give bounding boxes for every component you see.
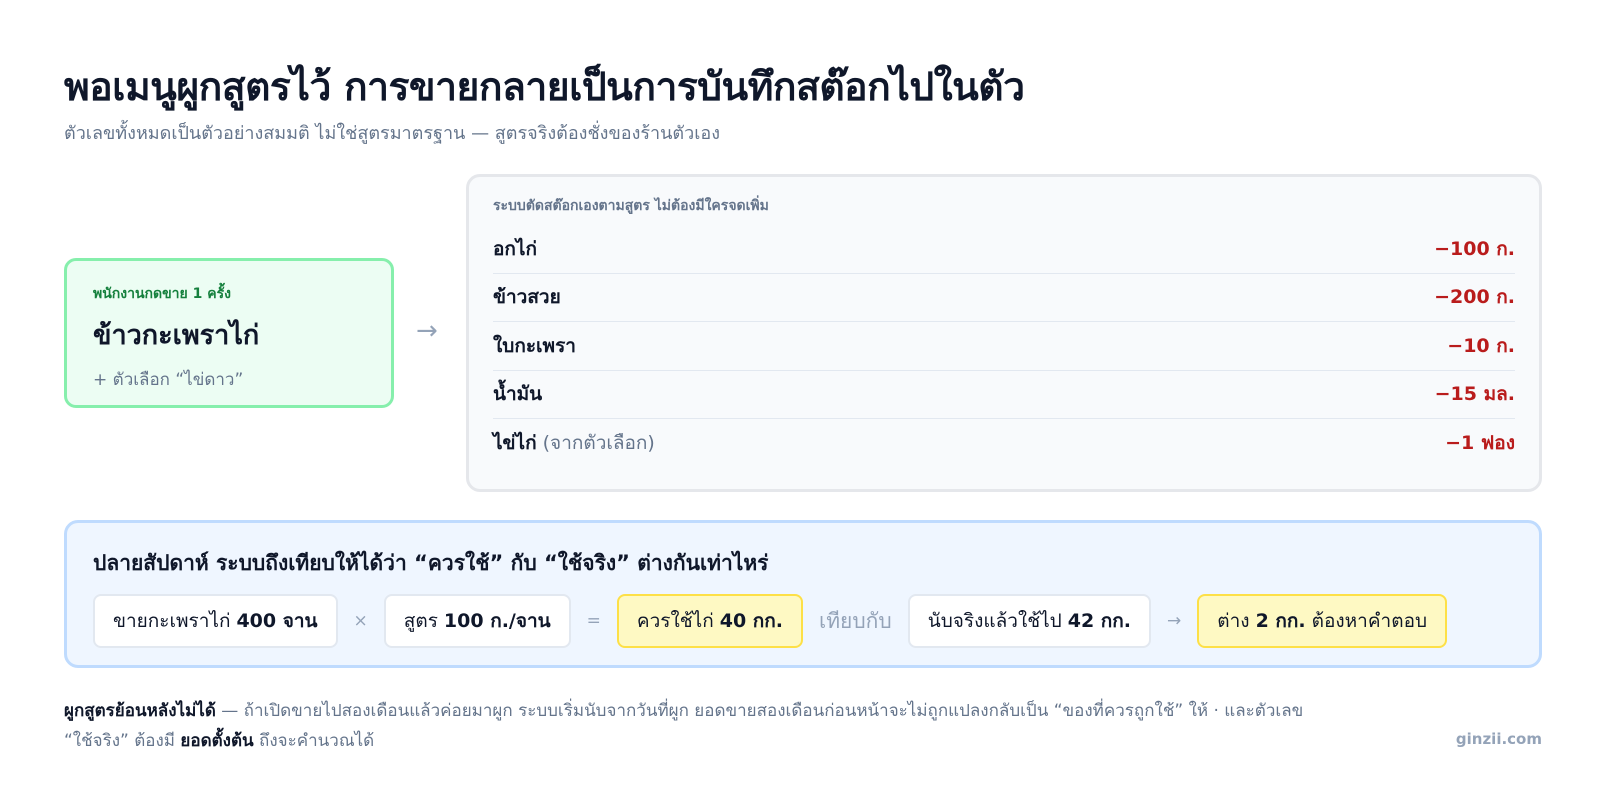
- deduction-row: ข้าวสวย −200 ก.: [493, 274, 1515, 322]
- arrow-right-icon: →: [1167, 611, 1182, 631]
- ingredient-qty: −10 ก.: [1447, 334, 1515, 357]
- deduction-title: ระบบตัดสต๊อกเองตามสูตร ไม่ต้องมีใครจดเพิ…: [493, 198, 769, 214]
- ingredient-name: น้ำมัน: [493, 383, 543, 406]
- stock-deduction-panel: ระบบตัดสต๊อกเองตามสูตร ไม่ต้องมีใครจดเพิ…: [466, 174, 1542, 492]
- expected-usage-chip: ควรใช้ไก่ 40 กก.: [616, 594, 804, 648]
- ingredient-name: อกไก่: [493, 237, 537, 260]
- sale-option: + ตัวเลือก “ไข่ดาว”: [93, 370, 244, 390]
- multiply-icon: ×: [353, 611, 368, 631]
- ingredient-qty: −15 มล.: [1434, 383, 1515, 406]
- actual-usage-chip: นับจริงแล้วใช้ไป 42 กก.: [907, 594, 1152, 648]
- ingredient-note: (จากตัวเลือก): [536, 432, 655, 455]
- footnote: ผูกสูตรย้อนหลังไม่ได้ — ถ้าเปิดขายไปสองเ…: [64, 701, 1304, 751]
- ingredient-qty: −100 ก.: [1434, 237, 1515, 260]
- versus-label: เทียบกับ: [819, 608, 892, 633]
- ingredient-qty: −200 ก.: [1434, 286, 1515, 309]
- equals-icon: =: [586, 611, 601, 631]
- comparison-formula: ขายกะเพราไก่ 400 จาน × สูตร 100 ก./จาน = ค…: [93, 594, 1513, 648]
- sale-dish-name: ข้าวกะเพราไก่: [93, 320, 260, 351]
- arrow-right-icon: →: [416, 316, 438, 346]
- deduction-row: ใบกะเพรา −10 ก.: [493, 322, 1515, 371]
- sale-card: พนักงานกดขาย 1 ครั้ง ข้าวกะเพราไก่ + ตัว…: [64, 258, 394, 408]
- ingredient-qty: −1 ฟอง: [1445, 432, 1515, 455]
- page-subtitle: ตัวเลขทั้งหมดเป็นตัวอย่างสมมติ ไม่ใช่สูต…: [64, 123, 720, 144]
- ingredient-name: ข้าวสวย: [493, 286, 561, 309]
- page-title: พอเมนูผูกสูตรไว้ การขายกลายเป็นการบันทึก…: [64, 65, 1025, 110]
- difference-chip: ต่าง 2 กก. ต้องหาคำตอบ: [1197, 594, 1448, 648]
- comparison-title: ปลายสัปดาห์ ระบบถึงเทียบให้ได้ว่า “ควรใช…: [93, 551, 769, 575]
- deduction-row: อกไก่ −100 ก.: [493, 225, 1515, 274]
- recipe-chip: สูตร 100 ก./จาน: [383, 594, 571, 648]
- ingredient-name: ใบกะเพรา: [493, 334, 576, 357]
- weekly-comparison-panel: ปลายสัปดาห์ ระบบถึงเทียบให้ได้ว่า “ควรใช…: [64, 520, 1542, 668]
- ingredient-name: ไข่ไก่ (จากตัวเลือก): [493, 432, 655, 455]
- deduction-row: ไข่ไก่ (จากตัวเลือก) −1 ฟอง: [493, 419, 1515, 468]
- brand-watermark: ginzii.com: [1455, 730, 1542, 748]
- deduction-row: น้ำมัน −15 มล.: [493, 371, 1515, 419]
- sale-kicker: พนักงานกดขาย 1 ครั้ง: [93, 286, 231, 302]
- sold-chip: ขายกะเพราไก่ 400 จาน: [93, 594, 338, 648]
